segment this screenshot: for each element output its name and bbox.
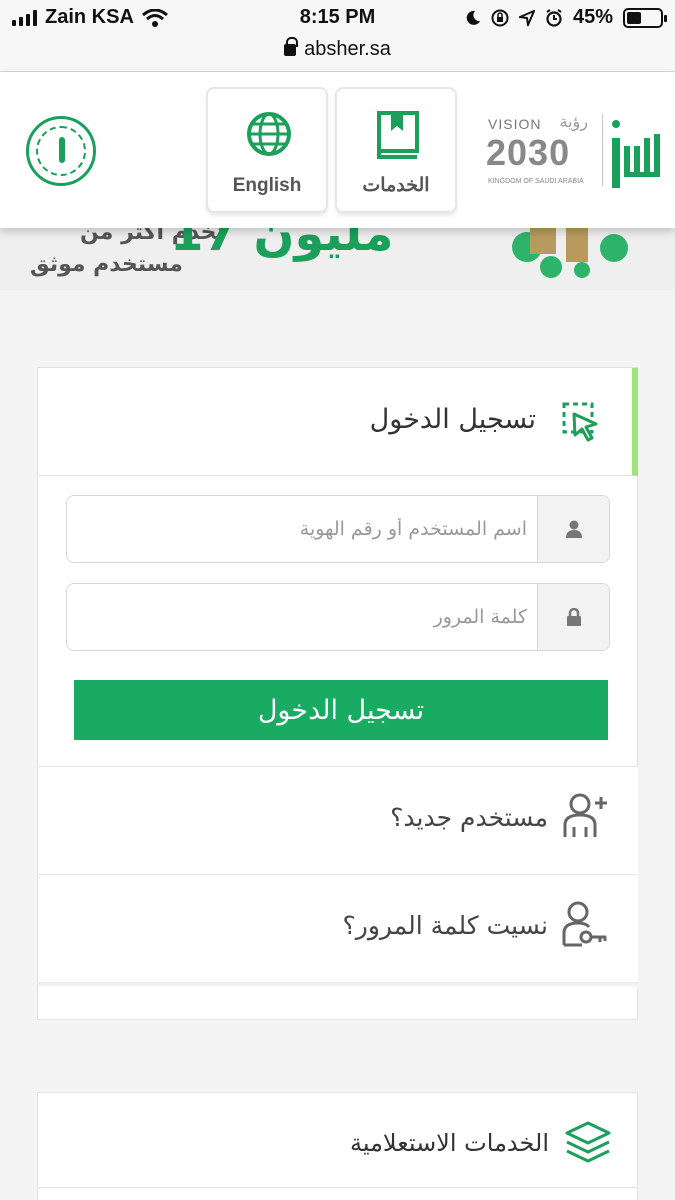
header-divider [602,114,603,186]
username-input[interactable] [67,496,537,562]
new-user-link[interactable]: مستخدم جديد؟ [38,766,638,874]
lock-icon [567,608,581,626]
url-text: absher.sa [304,38,391,60]
english-language-button[interactable]: English [206,87,328,213]
promo-banner: تخدم أكثر من 17 مليون مستخدم موثق [0,228,675,290]
password-field [66,583,610,651]
rotation-lock-icon [491,9,509,26]
login-button[interactable]: تسجيل الدخول [74,680,608,740]
cursor-select-icon [562,402,598,442]
banner-number: 17 مليون [170,228,394,262]
login-title: تسجيل الدخول [369,404,536,435]
absher-logo [612,120,664,188]
lock-icon [284,37,299,56]
globe-icon [247,112,291,156]
username-field [66,495,610,563]
vision-2030-logo: VISION رؤية 2030 KINGDOM OF SAUDI ARABIA [486,112,588,185]
inquiry-services-title: الخدمات الاستعلامية [349,1129,549,1157]
inquiry-services-card[interactable]: الخدمات الاستعلامية [37,1092,638,1200]
login-card-header: تسجيل الدخول [38,368,638,476]
battery-percent: 45% [572,6,613,28]
alarm-icon [546,8,562,27]
book-icon [377,111,419,159]
location-icon [518,9,535,26]
login-card: تسجيل الدخول تسجيل الدخول مستخدم جديد؟ [37,367,638,1020]
english-button-label: English [232,175,302,196]
services-button[interactable]: الخدمات [335,87,457,213]
status-bar: Zain KSA 8:15 PM 45% [0,0,675,36]
password-input[interactable] [67,584,537,650]
password-addon [537,584,609,650]
saudi-emblem-logo [26,116,96,186]
new-user-label: مستخدم جديد؟ [390,803,548,832]
moon-icon [466,10,480,25]
username-addon [537,496,609,562]
layers-icon [565,1121,611,1163]
banner-line2: مستخدم موثق [30,252,183,277]
user-icon [566,520,582,538]
site-header: English الخدمات VISION رؤية 2030 KINGDOM… [0,72,675,228]
card-shadow [38,982,638,988]
add-user-icon [563,793,607,837]
card-divider [38,1187,638,1188]
services-button-label: الخدمات [362,175,430,196]
forgot-password-link[interactable]: نسيت كلمة المرور؟ [38,874,638,982]
battery-icon [623,7,667,28]
user-key-icon [562,901,607,947]
address-bar[interactable]: absher.sa [0,36,675,72]
forgot-password-label: نسيت كلمة المرور؟ [342,911,548,940]
